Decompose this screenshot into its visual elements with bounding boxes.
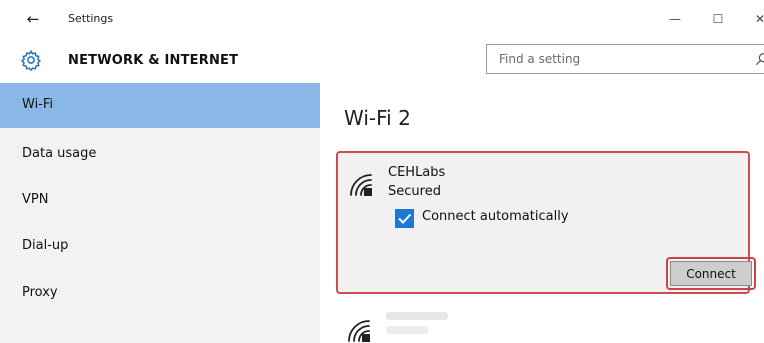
window-title: Settings [68,12,114,25]
wifi-secured-icon [350,174,372,196]
connect-automatically-label: Connect automatically [422,209,569,224]
settings-window: ← Settings — ☐ ✕ NETWORK & INTERNET Find… [0,0,764,343]
maximize-button[interactable]: ☐ [708,9,728,29]
network-security: Secured [388,184,441,199]
blurred-network-name [386,312,448,320]
connect-button[interactable]: Connect [670,261,752,286]
sidebar-item-label: Dial-up [22,238,69,253]
section-title: Wi-Fi 2 [344,106,411,130]
sidebar-item-data-usage[interactable]: Data usage [0,132,320,177]
search-input[interactable]: Find a setting [486,44,764,74]
network-ssid: CEHLabs [388,165,446,180]
network-list-item[interactable] [336,308,750,343]
sidebar-item-vpn[interactable]: VPN [0,178,320,223]
connect-button-highlight: Connect [666,257,756,290]
title-bar: ← Settings — ☐ ✕ [0,0,764,38]
page-header: NETWORK & INTERNET Find a setting [0,38,764,83]
search-placeholder: Find a setting [499,52,581,66]
sidebar-item-label: Data usage [22,146,97,161]
minimize-button[interactable]: — [665,9,685,29]
main-content: Wi-Fi 2 CEHLabs Secured Connect automati… [320,83,764,343]
sidebar-item-wifi[interactable]: Wi-Fi [0,83,320,128]
page-title: NETWORK & INTERNET [68,53,239,68]
sidebar-item-dial-up[interactable]: Dial-up [0,224,320,269]
gear-icon [20,49,42,71]
sidebar-item-label: VPN [22,192,49,207]
checkmark-icon [398,213,412,224]
connect-automatically-checkbox[interactable] [395,209,414,228]
sidebar-item-proxy[interactable]: Proxy [0,271,320,316]
wifi-secured-icon [348,320,370,342]
network-card[interactable]: CEHLabs Secured Connect automatically Co… [336,151,756,294]
back-arrow-icon[interactable]: ← [22,10,44,28]
blurred-network-status [386,326,428,334]
sidebar-item-label: Wi-Fi [22,97,54,112]
sidebar: Wi-Fi Data usage VPN Dial-up Proxy [0,83,320,343]
sidebar-item-label: Proxy [22,285,58,300]
search-icon[interactable] [755,52,764,66]
close-button[interactable]: ✕ [750,9,764,29]
